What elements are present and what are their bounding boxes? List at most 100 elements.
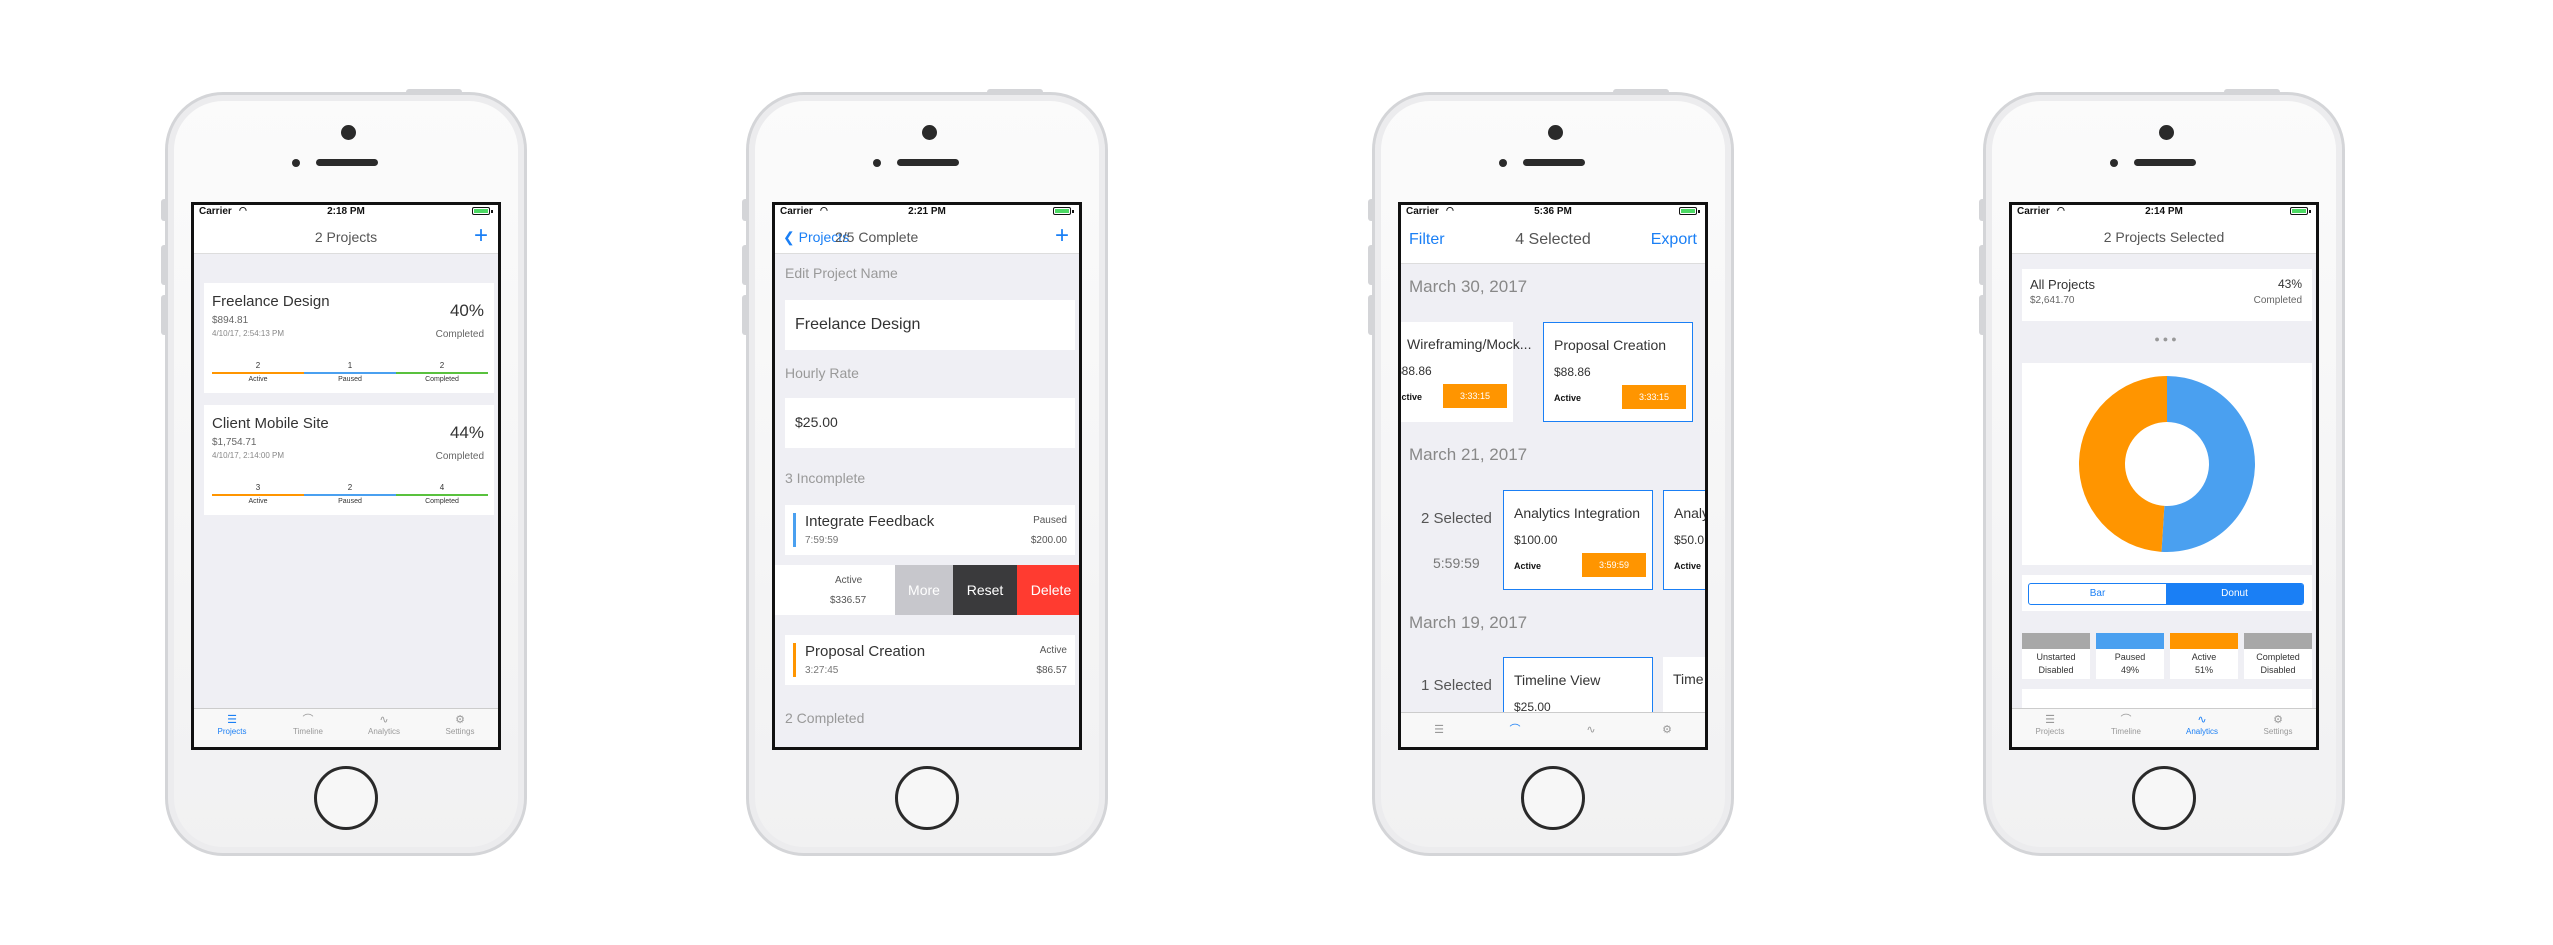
pulse-icon: ∿ <box>379 714 389 726</box>
incomplete-header: 3 Incomplete <box>785 470 866 486</box>
tab-settings[interactable]: ⚙ <box>1629 713 1705 747</box>
tab-analytics[interactable]: ∿ Analytics <box>2164 709 2240 747</box>
power-button <box>1613 89 1669 94</box>
screen: Carrier ◠ 5:36 PM Filter 4 Selected Expo… <box>1398 202 1708 750</box>
more-button[interactable]: More <box>895 565 953 615</box>
tab-analytics[interactable]: ∿ Analytics <box>346 709 422 747</box>
task-row[interactable]: Integrate Feedback 7:59:59 Paused $200.0… <box>785 505 1075 555</box>
project-name: Freelance Design <box>212 293 330 310</box>
active-count: 3 <box>255 483 261 492</box>
legend-name: Active <box>2191 652 2217 662</box>
tab-projects[interactable]: ☰ Projects <box>194 709 270 747</box>
task-time: 7:59:59 <box>805 535 839 546</box>
paused-label: Paused <box>338 498 362 505</box>
list-icon: ☰ <box>2045 714 2055 726</box>
status-stripe <box>793 513 796 547</box>
page-title: 2/5 Complete <box>835 229 919 245</box>
task-row[interactable]: Proposal Creation 3:27:45 Active $86.57 <box>785 635 1075 685</box>
summary-completed: Completed <box>2253 295 2302 306</box>
task-price: $86.57 <box>1036 665 1067 676</box>
swiped-task-row[interactable]: Active $336.57 More Reset Delete <box>775 565 1079 615</box>
task-name: Integrate Feedback <box>805 513 935 530</box>
speaker <box>316 159 378 166</box>
tab-projects[interactable]: ☰ <box>1401 713 1477 747</box>
add-project-button[interactable]: + <box>474 222 488 250</box>
edit-name-label: Edit Project Name <box>785 265 898 281</box>
tab-label: Settings <box>2263 727 2293 736</box>
reset-button[interactable]: Reset <box>953 565 1017 615</box>
donut-segment[interactable]: Donut <box>2166 584 2303 604</box>
home-button <box>2132 766 2196 830</box>
completed-count: 4 <box>439 483 445 492</box>
section-date: March 30, 2017 <box>1409 277 1528 296</box>
card-name: Proposal Creation <box>1554 337 1667 353</box>
add-task-button[interactable]: + <box>1055 222 1069 250</box>
camera <box>1548 125 1563 140</box>
phone-analytics: Carrier ◠ 2:14 PM 2 Projects Selected Al… <box>1979 89 2345 856</box>
paused-count: 2 <box>347 483 353 492</box>
timeline-card-selected[interactable]: Analytics Integration $100.00 Active 3:5… <box>1503 490 1653 590</box>
status-stripe <box>793 643 796 677</box>
project-name-field[interactable]: Freelance Design <box>785 300 1075 350</box>
active-label: Active <box>248 498 268 505</box>
paused-bar <box>304 372 396 374</box>
timeline-card[interactable]: Wireframing/Mock... $88.86 Active 3:33:1… <box>1398 322 1531 422</box>
tab-label: Timeline <box>2111 727 2141 736</box>
project-card[interactable]: Freelance Design $894.81 4/10/17, 2:54:1… <box>204 283 494 393</box>
card-status: Active <box>1674 561 1702 571</box>
tab-settings[interactable]: ⚙ Settings <box>2240 709 2316 747</box>
bar-segment[interactable]: Bar <box>2029 584 2166 604</box>
volume-up-button <box>1368 245 1373 285</box>
legend-swatch <box>2170 633 2238 649</box>
project-name: Client Mobile Site <box>212 415 329 432</box>
card-status: Active <box>1554 393 1582 403</box>
project-date: 4/10/17, 2:54:13 PM <box>212 329 285 338</box>
volume-down-button <box>161 295 166 335</box>
card-name: Time <box>1673 671 1704 687</box>
status-bar: Carrier ◠ 2:14 PM <box>2012 205 2316 219</box>
card-price: $88.86 <box>1398 364 1432 378</box>
tab-label: Projects <box>2035 727 2065 736</box>
hourly-rate-field[interactable]: $25.00 <box>785 398 1075 448</box>
card-name: Wireframing/Mock... <box>1407 336 1532 352</box>
task-price: $200.00 <box>1030 535 1067 546</box>
camera <box>2159 125 2174 140</box>
donut-slice-paused <box>2161 376 2255 552</box>
completed-header: 2 Completed <box>785 710 865 726</box>
tab-settings[interactable]: ⚙ Settings <box>422 709 498 747</box>
export-button[interactable]: Export <box>1651 231 1697 249</box>
active-count: 2 <box>255 361 261 370</box>
battery-icon <box>1053 207 1074 215</box>
timeline-card-selected[interactable]: Analy $50.0 Active <box>1663 490 1705 590</box>
delete-button[interactable]: Delete <box>1017 565 1079 615</box>
tab-timeline[interactable]: ⌒ <box>1477 713 1553 747</box>
task-price: $336.57 <box>830 595 867 606</box>
card-name: Analytics Integration <box>1514 505 1641 521</box>
project-card[interactable]: Client Mobile Site $1,754.71 4/10/17, 2:… <box>204 405 494 515</box>
tab-projects[interactable]: ☰ Projects <box>2012 709 2088 747</box>
timeline-card-selected[interactable]: Proposal Creation $88.86 Active 3:33:15 <box>1543 322 1693 422</box>
chevron-left-icon: ❮ <box>783 229 799 245</box>
chart-toggle-panel: Bar Donut <box>2022 575 2312 611</box>
legend-name: Completed <box>2256 652 2300 662</box>
tab-timeline[interactable]: ⌒ Timeline <box>2088 709 2164 747</box>
sensor <box>873 159 881 167</box>
speaker <box>2134 159 2196 166</box>
volume-up-button <box>161 245 166 285</box>
nav-bar: 2 Projects + <box>194 219 498 254</box>
card-price: $88.86 <box>1554 365 1591 379</box>
nav-bar: ❮ Projects 2/5 Complete + <box>775 219 1079 254</box>
power-button <box>406 89 462 94</box>
timeline-icon: ⌒ <box>1509 724 1521 736</box>
tab-analytics[interactable]: ∿ <box>1553 713 1629 747</box>
summary-card: All Projects $2,641.70 43% Completed <box>2022 269 2312 321</box>
completed-bar <box>396 372 488 374</box>
list-icon: ☰ <box>1434 724 1444 736</box>
legend-swatch <box>2096 633 2164 649</box>
tab-bar: ☰ ⌒ ∿ ⚙ <box>1401 712 1705 747</box>
status-bar: Carrier ◠ 2:18 PM <box>194 205 498 219</box>
page-dots[interactable]: ●●● <box>2142 335 2192 344</box>
pulse-icon: ∿ <box>1586 724 1596 736</box>
tab-timeline[interactable]: ⌒ Timeline <box>270 709 346 747</box>
volume-up-button <box>742 245 747 285</box>
